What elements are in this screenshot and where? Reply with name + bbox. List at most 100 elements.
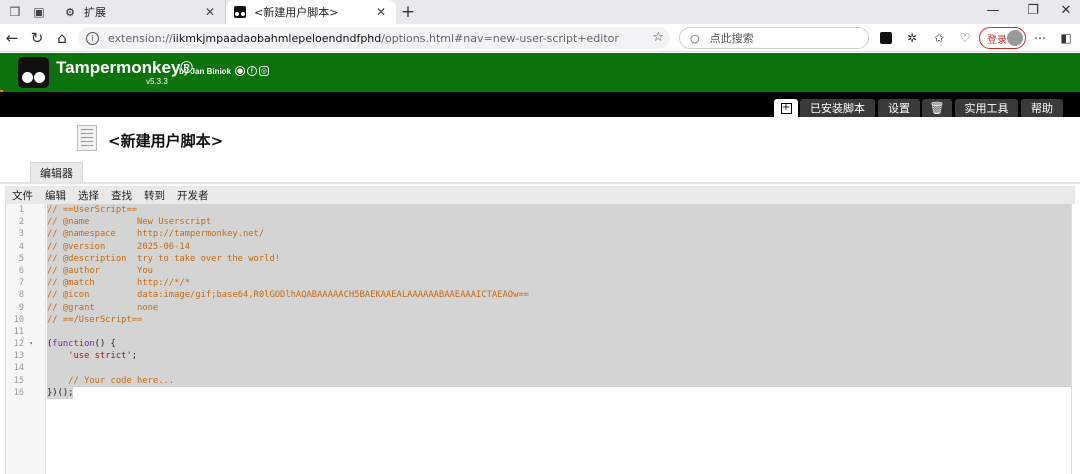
new-tab-button[interactable]: +	[400, 2, 416, 22]
tab-extensions[interactable]: ⚙ 扩展 ✕	[56, 0, 226, 24]
menu-developer[interactable]: 开发者	[177, 188, 209, 203]
avatar	[1007, 30, 1023, 46]
menu-select[interactable]: 选择	[78, 188, 99, 203]
sidebar-toggle-icon[interactable]: ◧	[1057, 29, 1075, 47]
refresh-icon[interactable]: ↻	[27, 28, 47, 48]
favorite-star-icon[interactable]: ☆	[652, 30, 664, 45]
tab-trash[interactable]: 🗑	[922, 99, 952, 117]
line-number: 14	[13, 363, 24, 374]
line-number: 9	[18, 302, 24, 313]
menu-find[interactable]: 查找	[111, 188, 132, 203]
code-line[interactable]: })();	[47, 386, 73, 399]
instagram-icon[interactable]: ◎	[259, 66, 269, 76]
home-icon[interactable]: ⌂	[52, 28, 72, 48]
line-number: 13	[13, 351, 24, 362]
line-number: 6	[18, 265, 24, 276]
code-line[interactable]: // @grant none	[47, 301, 1072, 314]
tab-settings[interactable]: 设置	[878, 99, 920, 117]
address-bar-row: ← ↻ ⌂ i extension://iikmkjmpaadaobahmlep…	[0, 24, 1080, 52]
browser-essentials-icon[interactable]: ♡	[956, 29, 974, 47]
code-editor[interactable]: 1 2 3 4 5 6 7 8 9 10 11 12 ▾ 13 14 15 16 // ==UserScript…	[5, 204, 1072, 474]
code-token: // @namespace http://tampermonkey.net/	[47, 229, 265, 240]
code-line[interactable]: // @version 2025-06-14	[47, 240, 1072, 253]
tab-title: 扩展	[84, 6, 106, 19]
tab-help[interactable]: 帮助	[1021, 99, 1063, 117]
code-line[interactable]: // @author You	[47, 264, 1072, 278]
line-number: 5	[18, 253, 24, 264]
tampermonkey-extension-icon[interactable]	[877, 29, 895, 47]
menu-edit[interactable]: 编辑	[45, 188, 66, 203]
tab-divider	[0, 182, 1080, 184]
close-icon[interactable]: ✕	[374, 5, 388, 19]
code-token: function	[52, 339, 95, 350]
menu-goto[interactable]: 转到	[144, 188, 165, 203]
url-text[interactable]: extension://iikmkjmpaadaobahmlepeloendnd…	[108, 32, 619, 45]
plus-box-icon: +	[780, 102, 792, 114]
code-area[interactable]: // ==UserScript== // @name New Userscript…	[47, 204, 1072, 399]
github-icon[interactable]: ●	[235, 66, 245, 76]
menu-file[interactable]: 文件	[12, 188, 33, 203]
vertical-tabs-icon[interactable]: ▣	[31, 4, 47, 20]
close-icon[interactable]: ✕	[203, 5, 217, 19]
line-number: 4	[18, 241, 24, 252]
site-info-icon[interactable]: i	[86, 31, 99, 45]
code-line[interactable]	[47, 325, 1072, 339]
code-line[interactable]: // @description try to take over the wor…	[47, 252, 1072, 265]
tampermonkey-icon	[234, 6, 246, 18]
code-line[interactable]: // @name New Userscript	[47, 216, 1072, 229]
trash-icon: 🗑	[929, 101, 945, 115]
search-icon: ○	[690, 31, 700, 45]
tab-installed-scripts[interactable]: 已安装脚本	[800, 99, 875, 117]
browser-tab-strip: ❒ ▣ ⚙ 扩展 ✕ <新建用户脚本> ✕ + — ❐ ✕	[0, 0, 1080, 24]
line-number: 11	[13, 326, 24, 337]
extensions-puzzle-icon[interactable]: ✲	[903, 29, 921, 47]
minimize-icon[interactable]: —	[985, 3, 1001, 18]
code-token: // ==UserScript==	[47, 205, 138, 215]
tampermonkey-navbar: + 已安装脚本 设置 🗑 实用工具 帮助	[0, 92, 1080, 117]
code-line[interactable]: // Your code here...	[47, 374, 1072, 387]
close-window-icon[interactable]: ✕	[1058, 3, 1074, 18]
code-line[interactable]: // @namespace http://tampermonkey.net/	[47, 228, 1072, 241]
login-button[interactable]: 登录	[979, 27, 1026, 49]
workspaces-icon[interactable]: ❒	[7, 4, 23, 20]
code-token: // Your code here...	[68, 375, 175, 386]
code-token: // @version 2025-06-14	[47, 241, 190, 252]
back-arrow-icon[interactable]: ←	[2, 28, 22, 48]
search-input[interactable]: ○ 点此搜索	[679, 27, 869, 49]
code-line[interactable]: (function() {	[47, 338, 1072, 351]
more-menu-icon[interactable]: ⋯	[1031, 29, 1049, 47]
scrollbar[interactable]	[1071, 204, 1075, 474]
code-line[interactable]: // ==UserScript==	[47, 204, 1072, 217]
line-number: 7	[18, 278, 24, 289]
facebook-icon[interactable]: f	[247, 66, 257, 76]
tab-editor[interactable]: 编辑器	[30, 162, 83, 183]
code-line[interactable]: // @match http://*/*	[47, 277, 1072, 290]
code-token: // @description try to take over the wor…	[47, 253, 281, 264]
tab-new-script[interactable]: +	[774, 99, 798, 117]
code-token: () {	[94, 339, 116, 350]
line-number: 15	[13, 375, 24, 386]
code-token: // ==/UserScript==	[47, 314, 143, 325]
code-token: // @author You	[47, 265, 153, 276]
favorites-icon[interactable]: ✩	[930, 29, 948, 47]
code-line[interactable]: // @icon data:image/gif;base64,R0lGODlhA…	[47, 289, 1072, 302]
extensions-gear-icon: ⚙	[65, 5, 75, 19]
code-line[interactable]: 'use strict';	[47, 350, 1072, 363]
line-number-gutter: 1 2 3 4 5 6 7 8 9 10 11 12 ▾ 13 14 15 16	[6, 204, 46, 474]
code-token: // @icon data:image/gif;base64,R0lGODlhA…	[47, 290, 529, 301]
code-line[interactable]: // ==/UserScript==	[47, 313, 1072, 326]
address-bar[interactable]: i extension://iikmkjmpaadaobahmlepeloend…	[78, 27, 670, 49]
version-label: v5.3.3	[146, 77, 168, 86]
code-token: 'use strict'	[68, 351, 132, 362]
tab-title: <新建用户脚本>	[254, 6, 339, 19]
line-number: 2	[18, 217, 24, 228]
fold-arrow-icon[interactable]: ▾	[29, 338, 33, 350]
maximize-icon[interactable]: ❐	[1025, 3, 1041, 18]
tab-new-user-script[interactable]: <新建用户脚本> ✕	[226, 0, 396, 24]
code-token: ;	[131, 351, 138, 362]
code-token: // @name New Userscript	[47, 217, 212, 228]
code-token: // @match http://*/*	[47, 278, 190, 289]
tab-utilities[interactable]: 实用工具	[955, 99, 1018, 117]
code-line[interactable]	[47, 362, 1072, 375]
